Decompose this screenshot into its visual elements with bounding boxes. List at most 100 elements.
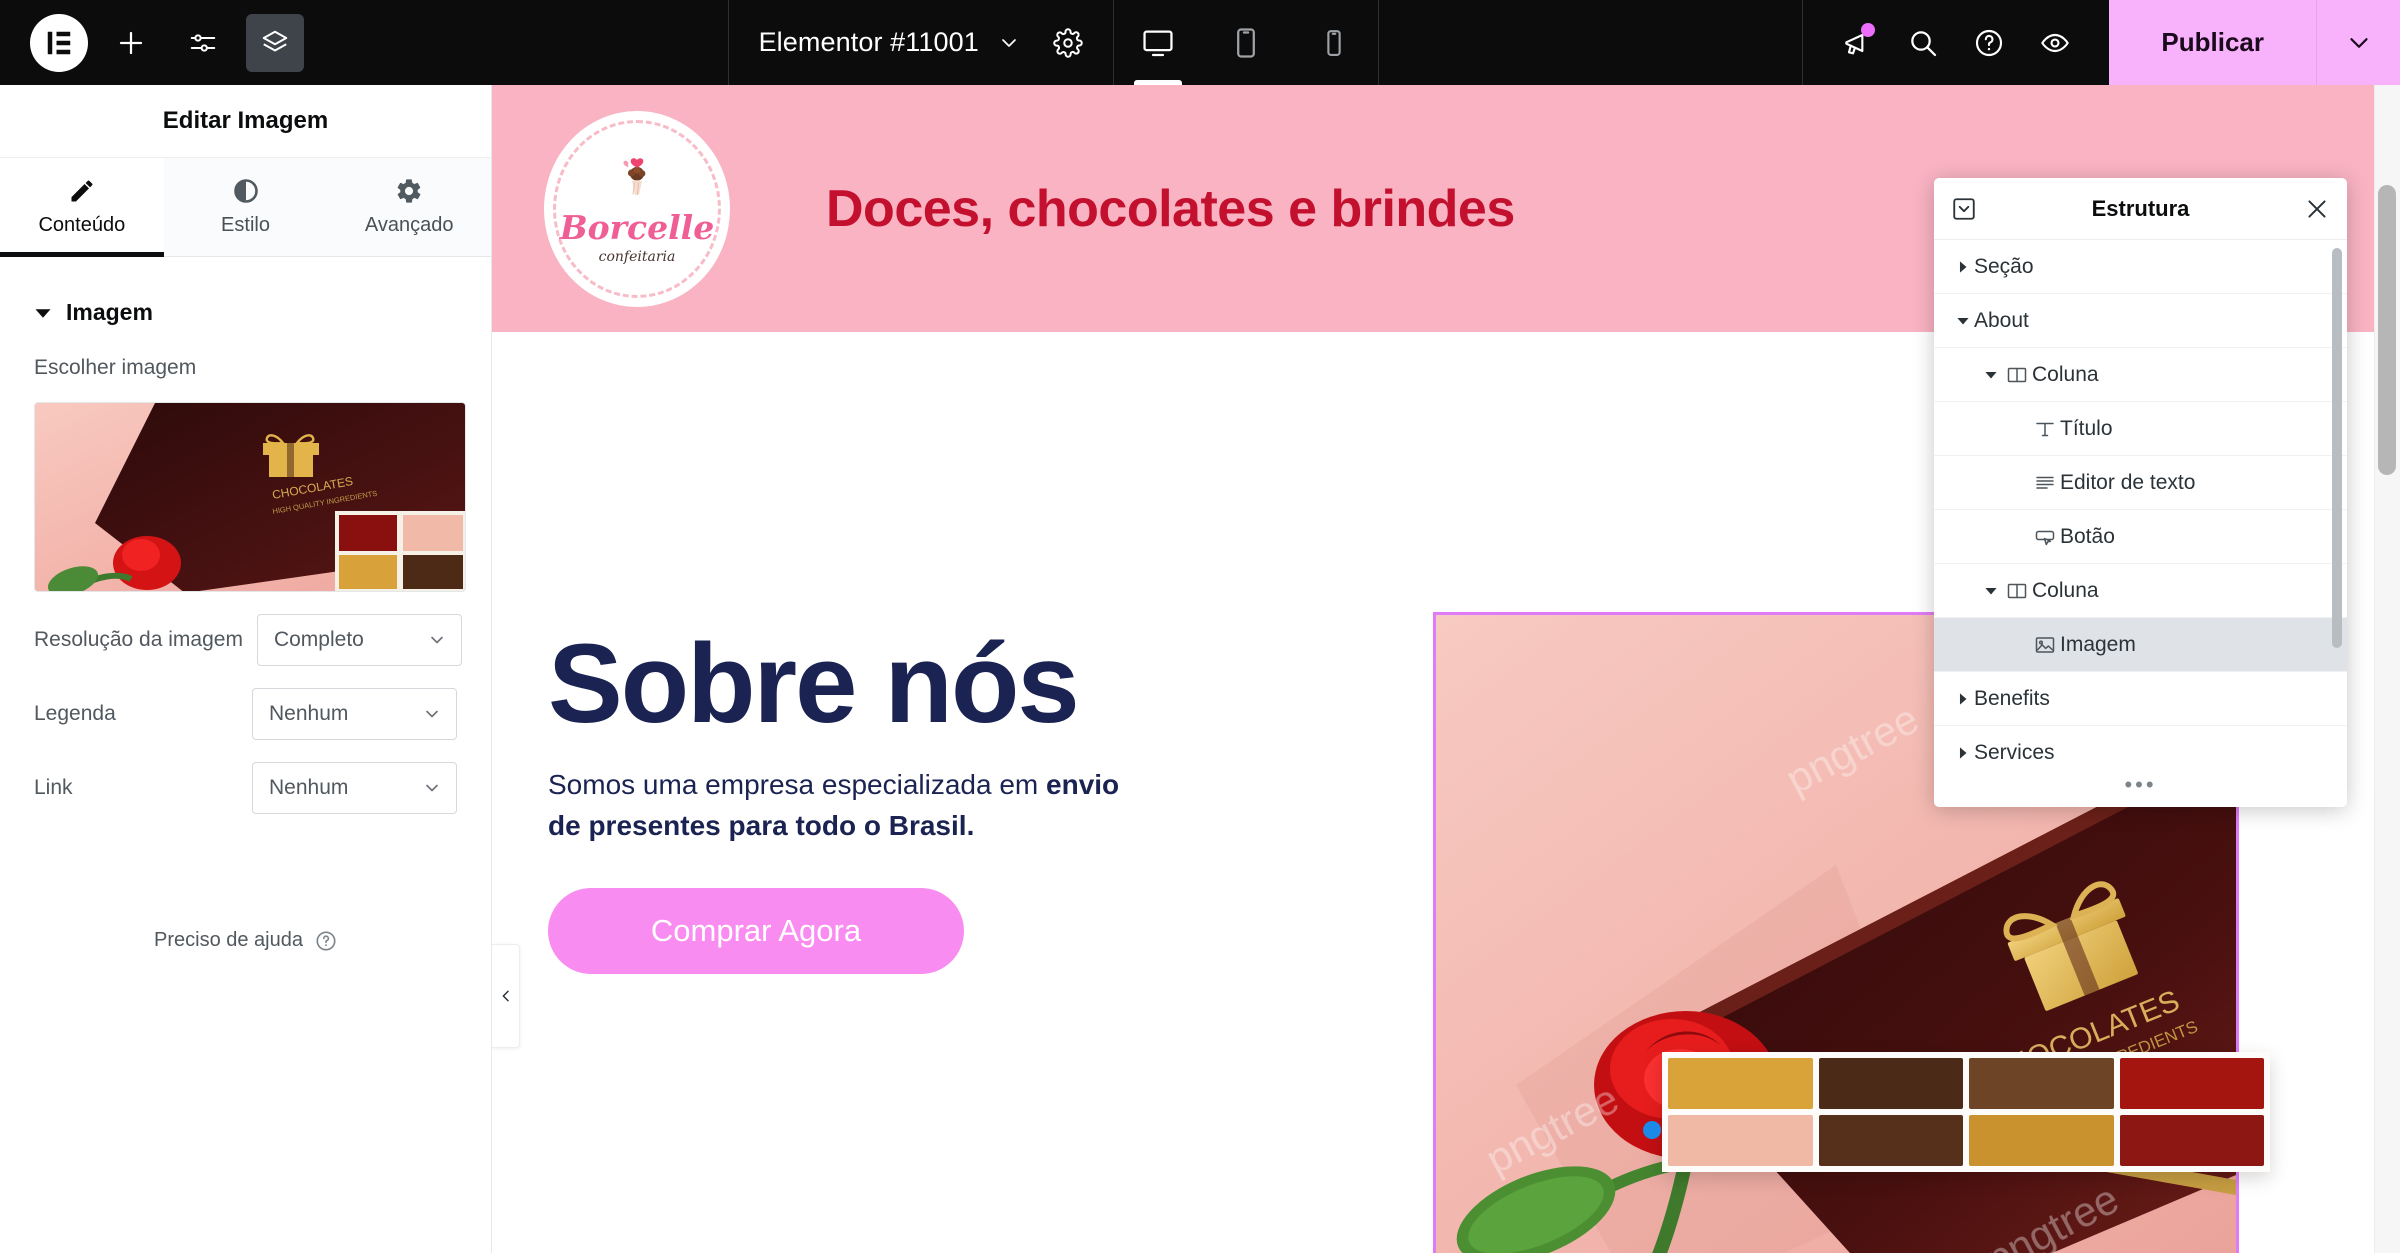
- caret-down-icon[interactable]: [1980, 584, 2002, 598]
- brand-logo: Borcelle confeitaria: [544, 110, 730, 307]
- structure-title: Estrutura: [2091, 195, 2190, 221]
- image-resolution-label: Resolução da imagem: [34, 628, 243, 651]
- caret-down-icon[interactable]: [1952, 314, 1974, 328]
- toolbar-actions: [1803, 0, 2109, 85]
- structure-item-benefits[interactable]: Benefits: [1934, 672, 2347, 726]
- structure-item-services[interactable]: Services: [1934, 726, 2347, 763]
- structure-more-button[interactable]: •••: [1934, 763, 2347, 807]
- about-text-column: Sobre nós Somos uma empresa especializad…: [548, 626, 1248, 975]
- whats-new-button[interactable]: [1829, 15, 1885, 71]
- site-headline: Doces, chocolates e brindes: [826, 179, 1515, 238]
- structure-item-editor-de-texto[interactable]: Editor de texto: [1934, 456, 2347, 510]
- choco-cell: [1668, 1115, 1813, 1166]
- responsive-mode-group: [1114, 0, 1378, 85]
- image-icon: [2030, 633, 2060, 657]
- need-help-label: Preciso de ajuda: [154, 929, 303, 951]
- about-text[interactable]: Somos uma empresa especializada em envio…: [548, 765, 1148, 846]
- section-imagem-title: Imagem: [66, 299, 153, 325]
- choose-image-label: Escolher imagem: [34, 356, 197, 379]
- close-icon[interactable]: [2304, 196, 2330, 222]
- tab-conteudo[interactable]: Conteúdo: [0, 158, 164, 257]
- caret-down-icon[interactable]: [1980, 368, 2002, 382]
- structure-item-título[interactable]: Título: [1934, 402, 2347, 456]
- image-resolution-value: Completo: [273, 628, 364, 651]
- image-resolution-select[interactable]: Completo: [256, 614, 462, 666]
- caret-down-icon: [34, 304, 52, 322]
- field-legenda: Legenda Nenhum: [0, 666, 491, 740]
- pencil-icon: [68, 177, 96, 205]
- structure-item-label: Benefits: [1974, 686, 2050, 710]
- choco-cell: [1969, 1058, 2114, 1109]
- legenda-label: Legenda: [34, 702, 116, 725]
- comprar-agora-button[interactable]: Comprar Agora: [548, 888, 964, 975]
- structure-item-coluna[interactable]: Coluna: [1934, 348, 2347, 402]
- link-select[interactable]: Nenhum: [252, 762, 457, 814]
- legenda-select[interactable]: Nenhum: [252, 688, 457, 740]
- panel-header: Editar Imagem: [0, 85, 491, 158]
- structure-item-coluna[interactable]: Coluna: [1934, 564, 2347, 618]
- editor-handle-dot[interactable]: [1643, 1121, 1661, 1139]
- choose-image-label-block: Escolher imagem: [0, 350, 491, 380]
- choco-cell: [1969, 1115, 2114, 1166]
- brand-name: Borcelle: [559, 207, 715, 247]
- structure-item-label: Título: [2060, 416, 2113, 440]
- about-title[interactable]: Sobre nós: [548, 626, 1248, 741]
- image-preview-thumbnail[interactable]: CHOCOLATES HIGH QUALITY INGREDIENTS: [34, 402, 466, 592]
- page-scrollbar-thumb[interactable]: [2378, 185, 2396, 475]
- page-settings-gear-icon[interactable]: [1053, 27, 1083, 58]
- chevron-down-icon: [422, 778, 442, 798]
- publish-options-chevron-down-icon[interactable]: [2316, 0, 2400, 85]
- collapse-all-icon[interactable]: [1951, 196, 1977, 222]
- chevron-down-icon[interactable]: [997, 31, 1021, 55]
- contrast-icon: [232, 177, 260, 205]
- help-question-icon[interactable]: [1961, 15, 2017, 71]
- panel-collapse-button[interactable]: [492, 944, 520, 1048]
- publish-group: Publicar: [2109, 0, 2400, 85]
- structure-item-label: About: [1974, 308, 2029, 332]
- responsive-tablet-button[interactable]: [1202, 0, 1290, 85]
- panel-title: Editar Imagem: [162, 107, 329, 134]
- structure-item-label: Coluna: [2032, 362, 2099, 386]
- structure-item-about[interactable]: About: [1934, 294, 2347, 348]
- responsive-desktop-button[interactable]: [1114, 0, 1202, 85]
- responsive-mobile-button[interactable]: [1290, 0, 1378, 85]
- document-title: Elementor #11001: [758, 27, 979, 57]
- caret-right-icon[interactable]: [1952, 692, 1974, 706]
- document-group: Elementor #11001: [729, 0, 1113, 85]
- add-element-button[interactable]: [102, 14, 160, 72]
- page-scrollbar-track[interactable]: [2374, 85, 2400, 1253]
- structure-item-label: Botão: [2060, 524, 2115, 548]
- need-help-link[interactable]: Preciso de ajuda: [0, 814, 491, 952]
- tab-avancado[interactable]: Avançado: [327, 158, 492, 256]
- structure-tree[interactable]: Seção About Coluna Título Editor de texto Bot…: [1934, 240, 2347, 763]
- editor-panel: Editar Imagem Conteúdo Estilo Avançado I…: [0, 85, 492, 1253]
- preview-eye-icon[interactable]: [2027, 15, 2083, 71]
- structure-scrollbar-thumb[interactable]: [2332, 248, 2342, 648]
- caret-right-icon[interactable]: [1952, 746, 1974, 760]
- structure-item-label: Editor de texto: [2060, 470, 2196, 494]
- tab-estilo[interactable]: Estilo: [163, 158, 328, 256]
- publish-button[interactable]: Publicar: [2109, 0, 2316, 85]
- panel-body: Imagem Escolher imagem CHOCOLATES HIGH Q…: [0, 257, 491, 1253]
- structure-item-seção[interactable]: Seção: [1934, 240, 2347, 294]
- structure-item-botão[interactable]: Botão: [1934, 510, 2347, 564]
- structure-item-label: Imagem: [2060, 632, 2136, 656]
- top-toolbar: Elementor #11001 Publicar: [0, 0, 2400, 85]
- caret-right-icon[interactable]: [1952, 260, 1974, 274]
- panel-tabs: Conteúdo Estilo Avançado: [0, 158, 492, 257]
- question-circle-icon: [315, 930, 337, 952]
- legenda-value: Nenhum: [269, 702, 349, 725]
- button-icon: [2030, 525, 2060, 549]
- brand-subtitle: confeitaria: [598, 248, 676, 265]
- finder-search-icon[interactable]: [1895, 15, 1951, 71]
- elementor-logo-icon[interactable]: [30, 13, 88, 72]
- structure-item-imagem[interactable]: Imagem: [1934, 618, 2347, 672]
- link-value: Nenhum: [269, 776, 349, 799]
- structure-toggle-button[interactable]: [246, 13, 304, 72]
- structure-item-label: Coluna: [2032, 578, 2099, 602]
- structure-navigator-panel: Estrutura Seção About Coluna Título Editor d…: [1934, 178, 2347, 807]
- toolbar-right-group: Publicar: [1803, 0, 2400, 85]
- site-settings-button[interactable]: [174, 14, 232, 72]
- section-imagem-header[interactable]: Imagem: [0, 267, 491, 350]
- field-link: Link Nenhum: [0, 740, 491, 814]
